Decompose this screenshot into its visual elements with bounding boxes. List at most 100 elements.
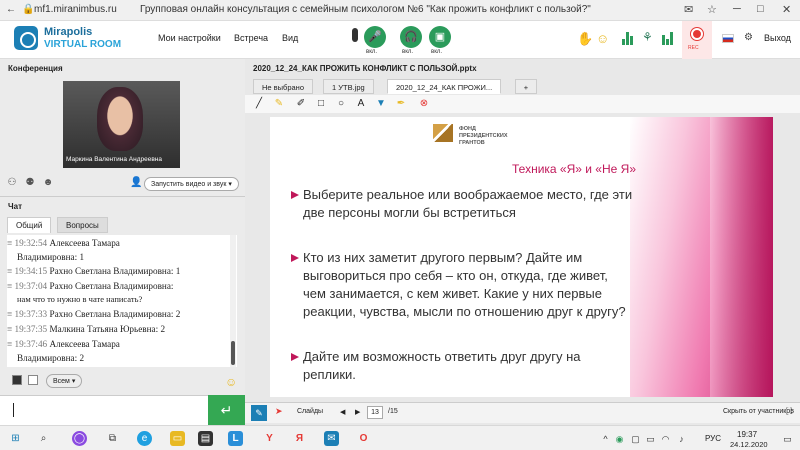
record-button[interactable]: REC (682, 21, 712, 59)
pointer-pen-icon[interactable]: ✎ (251, 405, 267, 421)
battery-icon[interactable]: ▭ (643, 432, 658, 447)
circle-icon[interactable]: ○ (335, 98, 347, 110)
raise-hand-icon[interactable]: ✋ (577, 31, 593, 47)
user-add-icon[interactable]: ☻ (42, 177, 54, 189)
chat-input[interactable] (0, 395, 208, 425)
l-app-icon[interactable]: L (228, 431, 243, 446)
menu-view[interactable]: Вид (282, 33, 298, 43)
page-title: Групповая онлайн консультация с семейным… (140, 4, 591, 15)
text-cursor (13, 403, 14, 417)
headphones-icon[interactable]: 🎧 (400, 26, 422, 48)
microphone-icon[interactable]: 🎤 (364, 26, 386, 48)
prev-slide-icon[interactable]: ◀ (340, 408, 345, 416)
pen-icon[interactable]: ✐ (295, 98, 307, 110)
slide-bullet: Кто из них заметит другого первым? Дайте… (291, 250, 626, 319)
windows-taskbar: ⊞ ⌕ ◯ ⧉ e ▭ ▤ L Y Я ✉ O ^ ◉ ▢ ▭ ◠ ♪ РУС … (0, 425, 800, 450)
russian-flag-icon[interactable] (722, 34, 734, 43)
store-icon[interactable]: ▤ (198, 431, 213, 446)
total-pages: /15 (388, 408, 398, 415)
notifications-icon[interactable]: ▭ (780, 432, 795, 447)
camera-icon[interactable]: ▣ (429, 26, 451, 48)
edge-icon[interactable]: e (137, 431, 152, 446)
yandex-browser-icon[interactable]: Я (292, 431, 307, 446)
chat-scrollbar-thumb[interactable] (231, 341, 235, 365)
next-slide-icon[interactable]: ▶ (355, 408, 360, 416)
slide-bullet: Выберите реальное или воображаемое место… (290, 187, 633, 220)
tray-icon[interactable]: ▢ (628, 432, 643, 447)
chat-emoji-icon[interactable]: ☺ (225, 375, 237, 389)
lock-icon: 🔒 (22, 4, 35, 15)
opera-icon[interactable]: O (356, 431, 371, 446)
conference-title: Конференция (8, 64, 63, 73)
network-icon[interactable]: ⚘ (642, 30, 653, 44)
logo-line2: VIRTUAL ROOM (44, 39, 122, 50)
text-tool-icon[interactable]: A (355, 98, 367, 110)
emoji-icon[interactable]: ☺ (596, 31, 609, 46)
yandex-y-icon[interactable]: Y (262, 431, 277, 446)
minimize-icon[interactable]: ─ (733, 3, 741, 15)
send-icon: ↵ (220, 402, 233, 418)
clock-time[interactable]: 19:37 (737, 430, 757, 439)
start-video-dropdown[interactable]: Запустить видео и звук ▾ (144, 177, 239, 191)
text-color-icon[interactable] (12, 375, 22, 385)
volume-icon[interactable]: ♪ (674, 432, 689, 447)
exit-button[interactable]: Выход (764, 33, 791, 43)
wifi-icon[interactable]: ◠ (658, 432, 673, 447)
clock-date[interactable]: 24.12.2020 (730, 440, 768, 449)
page-number-input[interactable]: 13 (367, 406, 383, 419)
rectangle-icon[interactable]: □ (315, 98, 327, 110)
hide-from-participants[interactable]: Скрыть от участников (723, 408, 794, 415)
users-settings-icon[interactable]: ⚉ (24, 177, 36, 189)
video-tile[interactable]: Маркина Валентина Андреевна (63, 81, 180, 168)
pencil-icon[interactable]: ✎ (273, 98, 285, 110)
fund-name-line3: ГРАНТОВ (459, 140, 485, 146)
language-indicator[interactable]: РУС (705, 434, 721, 443)
mic-toggle-label: вкл. (366, 49, 378, 55)
search-icon[interactable]: ⌕ (36, 431, 51, 446)
windows-start-icon[interactable]: ⊞ (8, 431, 23, 446)
chat-message: ≡ 19:37:33 Рахно Светлана Владимировна: … (7, 309, 181, 319)
recipient-label: Всем (53, 378, 70, 385)
highlighter-icon[interactable]: ▼ (375, 98, 387, 110)
mail-app-icon[interactable]: ✉ (324, 431, 339, 446)
cursor-icon[interactable]: ➤ (275, 406, 283, 417)
line-tool-icon[interactable]: ╱ (253, 98, 265, 110)
file-explorer-icon[interactable]: ▭ (170, 431, 185, 446)
alice-icon[interactable]: ◯ (72, 431, 87, 446)
url-text[interactable]: mf1.miranimbus.ru (34, 4, 117, 15)
reports-icon[interactable] (662, 32, 674, 45)
doc-tab-none[interactable]: Не выбрано (253, 79, 313, 94)
maximize-icon[interactable]: □ (757, 3, 764, 15)
menu-meeting[interactable]: Встреча (234, 33, 268, 43)
close-icon[interactable]: ✕ (782, 3, 791, 16)
task-view-icon[interactable]: ⧉ (105, 431, 120, 446)
doc-tab-add[interactable]: + (515, 79, 537, 94)
background-color-icon[interactable] (28, 375, 38, 385)
drawing-toolbar: ╱ ✎ ✐ □ ○ A ▼ ✒ ⊗ (245, 95, 800, 113)
settings-gear-icon[interactable]: ⚙ (744, 32, 753, 43)
bookmark-icon[interactable]: ☆ (707, 3, 717, 16)
mail-icon[interactable]: ✉ (684, 3, 693, 16)
brush-icon[interactable]: ✒ (395, 98, 407, 110)
statistics-icon[interactable] (622, 32, 634, 45)
tray-app-icon[interactable]: ◉ (612, 432, 627, 447)
doc-tab-presentation[interactable]: 2020_12_24_КАК ПРОЖИ... (387, 79, 502, 94)
fund-logo-icon (433, 124, 453, 142)
slide-bullet: Дайте им возможность ответить друг другу… (291, 349, 581, 382)
fullscreen-icon[interactable]: ⛶ (786, 406, 792, 417)
send-button[interactable]: ↵ (208, 395, 245, 425)
doc-tab-image[interactable]: 1 УТВ.jpg (323, 79, 374, 94)
tray-chevron-icon[interactable]: ^ (598, 432, 613, 447)
fund-name-line1: ФОНД (459, 126, 476, 132)
clear-icon[interactable]: ⊗ (418, 98, 430, 110)
recipient-dropdown[interactable]: Всем ▾ (46, 374, 83, 388)
chat-messages: ≡ 19:32:54 Алексеева Тамара Владимировна… (7, 235, 237, 367)
menu-my-settings[interactable]: Мои настройки (158, 33, 221, 43)
slide-controls: ✎ ➤ Слайды ◀ ▶ 13 /15 Скрыть от участник… (245, 402, 800, 423)
file-title: 2020_12_24_КАК ПРОЖИТЬ КОНФЛИКТ С ПОЛЬЗО… (253, 64, 477, 73)
slides-label[interactable]: Слайды (297, 408, 323, 415)
tab-questions[interactable]: Вопросы (57, 217, 108, 233)
tab-general[interactable]: Общий (7, 217, 52, 233)
back-icon[interactable]: ← (6, 4, 16, 15)
participants-icon[interactable]: ⚇ (6, 177, 18, 189)
